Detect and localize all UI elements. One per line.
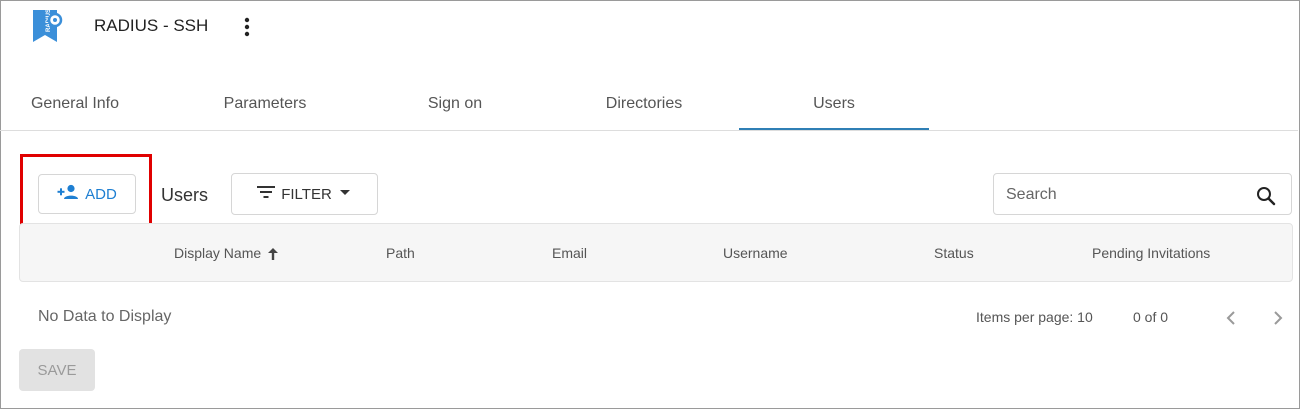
empty-state-text: No Data to Display (38, 308, 172, 325)
tab-parameters[interactable]: Parameters (170, 80, 360, 128)
column-header-status[interactable]: Status (934, 245, 974, 261)
save-button[interactable]: SAVE (19, 349, 95, 391)
filter-button[interactable]: FILTER (231, 173, 378, 215)
caret-down-icon (338, 185, 352, 203)
table-header: Display Name Path Email Username Status … (19, 223, 1293, 282)
column-header-email[interactable]: Email (552, 245, 587, 261)
paginator-range: 0 of 0 (1133, 309, 1169, 325)
radius-app-logo-icon: RADIUS (31, 8, 63, 44)
column-header-display-name[interactable]: Display Name (174, 245, 279, 261)
tab-directories[interactable]: Directories (549, 80, 739, 128)
column-header-username[interactable]: Username (723, 245, 788, 261)
sort-ascending-icon (267, 247, 279, 261)
users-label: Users (161, 185, 209, 205)
tab-general-info[interactable]: General Info (0, 80, 170, 128)
column-header-path[interactable]: Path (386, 245, 415, 261)
filter-button-label: FILTER (281, 185, 332, 203)
add-button-highlight (20, 154, 152, 226)
more-options-icon[interactable] (238, 16, 256, 38)
tab-bar: General Info Parameters Sign on Director… (0, 80, 1298, 131)
previous-page-icon[interactable] (1221, 308, 1241, 328)
app-title: RADIUS - SSH (94, 16, 209, 35)
items-per-page-label[interactable]: Items per page: 10 (976, 309, 1093, 325)
next-page-icon[interactable] (1268, 308, 1288, 328)
tab-users[interactable]: Users (739, 80, 929, 130)
column-header-pending-invitations[interactable]: Pending Invitations (1092, 245, 1210, 261)
tab-sign-on[interactable]: Sign on (360, 80, 550, 128)
search-input[interactable] (1004, 182, 1248, 208)
filter-icon (257, 185, 276, 203)
search-icon[interactable] (1256, 186, 1276, 206)
search-box (993, 173, 1292, 215)
